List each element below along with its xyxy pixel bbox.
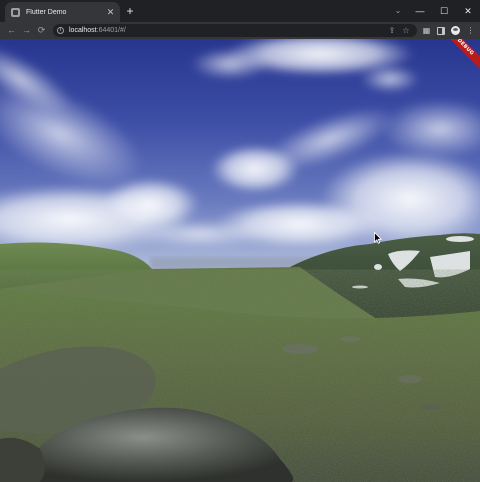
mouse-cursor-icon <box>374 232 382 244</box>
omnibox-actions: ⇪ ☆ <box>385 24 413 37</box>
url-path: :64401/#/ <box>96 27 126 34</box>
close-window-button[interactable]: ✕ <box>456 0 480 22</box>
profile-avatar[interactable] <box>451 26 460 35</box>
maximize-button[interactable]: ☐ <box>432 0 456 22</box>
browser-toolbar: ← → ⟳ i localhost:64401/#/ ⇪ ☆ ▦ ⋮ <box>0 22 480 39</box>
window-controls: ⌄ — ☐ ✕ <box>388 0 480 22</box>
flutter-panorama-viewport[interactable]: DEBUG <box>0 39 480 482</box>
forward-button[interactable]: → <box>19 23 34 38</box>
site-info-icon[interactable]: i <box>57 27 64 34</box>
share-icon[interactable]: ⇪ <box>385 24 399 37</box>
menu-icon[interactable]: ⋮ <box>463 22 478 39</box>
minimize-button[interactable]: — <box>408 0 432 22</box>
tab-close-icon[interactable]: ✕ <box>105 7 116 18</box>
extensions-icon[interactable]: ▦ <box>419 22 434 39</box>
tab-title: Flutter Demo <box>26 8 67 16</box>
back-button[interactable]: ← <box>4 23 19 38</box>
url-text: localhost:64401/#/ <box>69 27 126 34</box>
reload-button[interactable]: ⟳ <box>34 23 49 38</box>
toolbar-right: ▦ ⋮ <box>419 22 478 39</box>
url-host: localhost <box>69 27 97 34</box>
address-bar[interactable]: i localhost:64401/#/ ⇪ ☆ <box>53 24 417 37</box>
tab-flutter-demo[interactable]: Flutter Demo ✕ <box>5 2 120 22</box>
tab-strip: Flutter Demo ✕ + ⌄ — ☐ ✕ <box>0 0 480 22</box>
new-tab-button[interactable]: + <box>124 5 136 17</box>
star-icon[interactable]: ☆ <box>399 24 413 37</box>
side-panel-icon[interactable] <box>437 26 445 35</box>
flutter-favicon-icon <box>11 7 20 17</box>
panorama-scene[interactable] <box>0 39 480 482</box>
tab-search-chevron-icon[interactable]: ⌄ <box>388 0 408 22</box>
